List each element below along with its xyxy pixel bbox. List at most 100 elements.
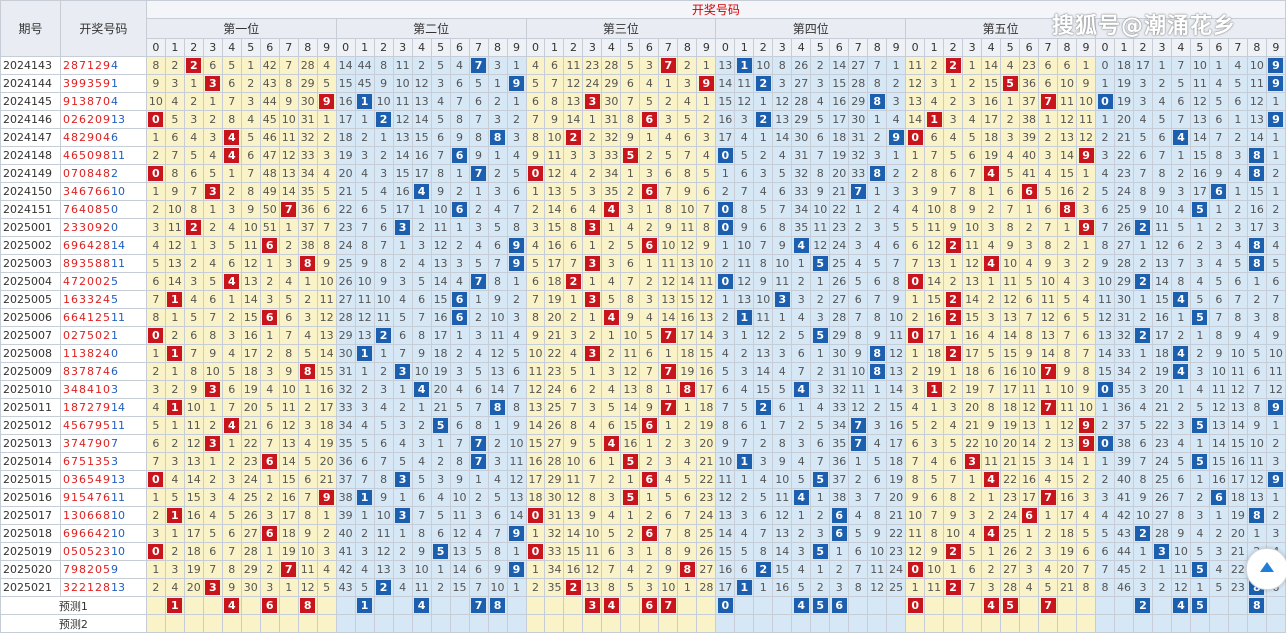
hit-cell: 2 [1132,524,1153,543]
prize-digit: 1 [86,455,95,468]
predicted-digit-cell: 2 [1132,596,1153,615]
miss-count-cell: 21 [430,398,451,417]
miss-count-cell: 5 [297,452,318,471]
miss-count-cell: 6 [525,272,546,291]
hit-cell: 4 [1170,362,1191,381]
miss-count-cell: 19 [829,146,850,165]
hit-cell: 4 [791,488,812,507]
period-cell: 2024144 [0,74,61,93]
miss-count-cell: 2 [354,524,375,543]
period-cell: 2025010 [0,380,61,399]
hit-digit: 0 [907,328,923,343]
prize-digit: 3 [78,257,87,270]
hit-digit: 9 [1078,220,1094,235]
miss-count-cell: 6 [525,92,546,111]
miss-count-cell: 1 [278,578,299,597]
miss-count-cell: 44 [1114,542,1134,561]
miss-count-cell: 2 [221,182,242,201]
hit-cell: 9 [886,128,907,147]
miss-count-cell: 3 [449,362,470,381]
miss-count-cell: 2 [639,506,660,525]
miss-count-cell: 3 [734,110,755,129]
miss-count-cell: 8 [943,200,964,219]
period-cell: 2024143 [0,56,61,75]
miss-count-cell: 3 [810,524,831,543]
trend-table: 期号 开奖号码 开奖号码 第一位 第二位 第三位 第四位 第五位 01234567890… [0,0,1286,633]
empty-cell [924,596,945,615]
miss-count-cell: 14 [905,110,926,129]
empty-cell [297,614,318,633]
period-cell: 2025007 [0,326,61,345]
miss-count-cell: 2 [487,434,508,453]
miss-count-cell: 18 [886,452,907,471]
hit-digit: 8 [490,130,506,145]
miss-count-cell: 27 [335,290,356,309]
miss-count-cell: 2 [582,326,603,345]
miss-count-cell: 1 [392,380,413,399]
miss-count-cell: 3 [715,326,736,345]
miss-count-cell: 2 [829,560,850,579]
miss-count-cell: 12 [544,164,565,183]
miss-count-cell: 25 [1114,200,1134,219]
miss-count-cell: 22 [544,344,565,363]
miss-count-cell: 8 [582,488,603,507]
prize-digit: 0 [102,383,111,396]
miss-count-cell: 5 [696,164,717,183]
miss-count-cell: 1 [753,92,774,111]
empty-cell [202,614,223,633]
scroll-top-button[interactable] [1246,548,1286,590]
miss-count-cell: 5 [791,326,812,345]
miss-count-cell: 2 [202,218,223,237]
period-cell: 2025002 [0,236,61,255]
miss-count-cell: 4 [753,470,774,489]
miss-count-cell: 10 [772,470,793,489]
miss-count-cell: 3 [487,110,508,129]
miss-count-cell: 2 [924,56,945,75]
miss-count-cell: 18 [544,272,565,291]
miss-count-cell: 42 [259,56,280,75]
miss-count-cell: 6 [1227,272,1248,291]
miss-count-cell: 6 [696,182,717,201]
table-row: 2025013 3747907 6 2 12 3 1 22 7 13 4 19 35 5 6 4 3 1 7 7 2 10… [0,434,1286,453]
miss-count-cell: 43 [259,74,280,93]
miss-count-cell: 10 [867,542,888,561]
miss-count-cell: 13 [278,434,299,453]
miss-count-cell: 3 [487,182,508,201]
prize-digit: 2 [94,293,103,306]
table-row: 2025018 69664210 3 1 17 5 6 27 6 18 9 2 40 2 11 1 8 6 12 4 7… [0,524,1286,543]
prize-digit: 3 [70,221,79,234]
miss-count-cell: 5 [1095,182,1115,201]
miss-count-cell: 2 [392,542,413,561]
miss-count-cell: 14 [981,56,1002,75]
miss-count-cell: 9 [1170,524,1191,543]
miss-count-cell: 1 [430,560,451,579]
empty-cell [810,614,831,633]
miss-count-cell: 9 [525,146,546,165]
miss-count-cell: 1 [183,236,204,255]
miss-count-cell: 9 [449,128,470,147]
empty-cell [183,614,204,633]
miss-count-cell: 7 [164,146,185,165]
miss-count-cell: 14 [715,74,736,93]
miss-count-cell: 7 [468,398,489,417]
prize-digit: 1 [110,77,118,90]
miss-count-cell: 8 [525,128,546,147]
miss-count-cell: 26 [1114,218,1134,237]
hit-cell: 2 [943,236,964,255]
hit-digit: 9 [1078,148,1094,163]
miss-count-cell: 9 [848,344,869,363]
miss-count-cell: 5 [449,398,470,417]
miss-count-cell: 3 [658,452,679,471]
miss-count-cell: 4 [316,56,337,75]
miss-count-cell: 13 [772,110,793,129]
miss-count-cell: 22 [829,200,850,219]
miss-count-cell: 3 [468,326,489,345]
miss-count-cell: 6 [658,506,679,525]
miss-count-cell: 8 [848,326,869,345]
table-row: 2025001 2330920 3 11 2 2 4 10 51 1 37 7 23 7 6 3 2 11 1 3 5 8… [0,218,1286,237]
miss-count-cell: 1 [1170,308,1191,327]
miss-count-cell: 3 [259,578,280,597]
hit-digit: 9 [1268,400,1284,415]
prize-digit: 8 [102,581,111,594]
miss-count-cell: 1 [1000,92,1021,111]
